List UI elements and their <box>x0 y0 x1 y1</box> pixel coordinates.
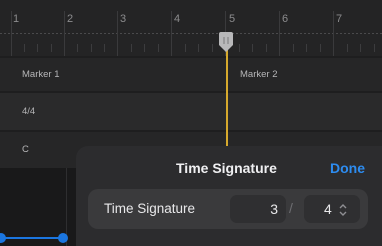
playhead-handle-icon[interactable] <box>219 32 233 52</box>
separator: / <box>289 200 293 216</box>
denominator-value: 4 <box>324 201 332 217</box>
timeline-ruler[interactable]: 1 2 3 4 5 6 7 <box>0 0 382 56</box>
marker-2-label[interactable]: Marker 2 <box>240 69 277 80</box>
bar-number: 5 <box>229 13 236 25</box>
sheet-title: Time Signature <box>176 160 277 176</box>
bar-line <box>279 11 280 56</box>
beat-tick <box>24 44 25 52</box>
bar-number: 2 <box>67 13 74 25</box>
beat-tick <box>158 44 159 52</box>
chord-label[interactable]: C <box>22 144 29 155</box>
time-signature-field: Time Signature 3 / 4 <box>88 189 368 229</box>
bar-line <box>171 11 172 56</box>
done-button[interactable]: Done <box>330 160 365 176</box>
bar-number: 6 <box>282 13 289 25</box>
numerator-value: 3 <box>270 201 278 217</box>
bar-number: 1 <box>13 13 20 25</box>
bar-line <box>333 11 334 56</box>
beat-tick <box>198 44 199 52</box>
automation-line <box>0 237 66 239</box>
beat-tick <box>104 44 105 52</box>
beat-tick <box>212 44 213 52</box>
numerator-input[interactable]: 3 <box>230 195 286 223</box>
beat-tick <box>37 44 38 52</box>
automation-point[interactable] <box>58 233 68 243</box>
beat-tick <box>293 44 294 52</box>
marker-1-label[interactable]: Marker 1 <box>22 69 59 80</box>
beat-tick <box>266 44 267 52</box>
bar-line <box>11 11 12 56</box>
beat-tick <box>252 44 253 52</box>
beat-tick <box>347 44 348 52</box>
signature-track[interactable]: 4/4 <box>0 93 382 130</box>
bar-line <box>64 11 65 56</box>
bar-number: 3 <box>120 13 127 25</box>
beat-tick <box>144 44 145 52</box>
beat-tick <box>306 44 307 52</box>
field-label: Time Signature <box>104 201 196 216</box>
marker-track[interactable]: Marker 1 Marker 2 <box>0 58 382 91</box>
beat-tick <box>185 44 186 52</box>
beat-tick <box>91 44 92 52</box>
denominator-select[interactable]: 4 <box>304 195 360 223</box>
beat-tick <box>239 44 240 52</box>
signature-label[interactable]: 4/4 <box>22 106 35 117</box>
beat-tick <box>320 44 321 52</box>
beat-tick <box>374 44 375 52</box>
beat-tick <box>360 44 361 52</box>
beat-tick <box>77 44 78 52</box>
beat-tick <box>131 44 132 52</box>
app-root: 1 2 3 4 5 6 7 Marker 1 Marker 2 4/4 C Ti… <box>0 0 382 246</box>
chevron-up-down-icon[interactable] <box>338 203 348 217</box>
bar-number: 7 <box>336 13 343 25</box>
time-signature-sheet: Time Signature Done Time Signature 3 / 4 <box>76 146 382 246</box>
ruler-dotted-line <box>0 33 382 34</box>
bar-line <box>117 11 118 56</box>
bar-number: 4 <box>174 13 181 25</box>
beat-tick <box>51 44 52 52</box>
